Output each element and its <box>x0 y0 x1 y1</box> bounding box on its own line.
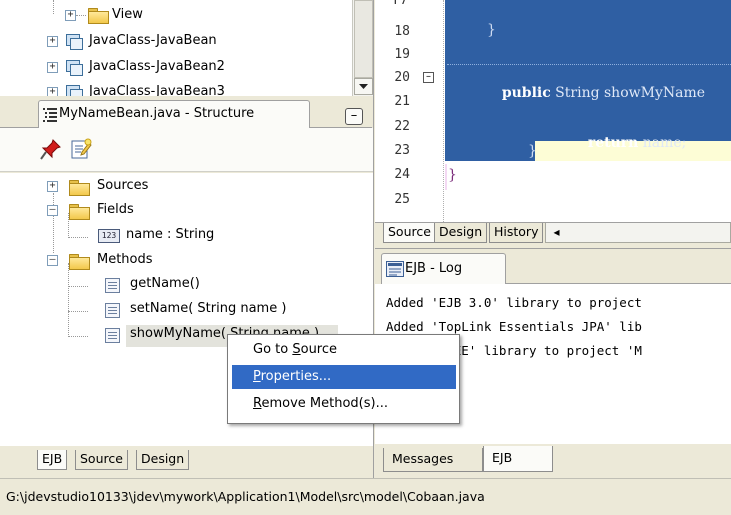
code-brace: } <box>487 22 496 38</box>
tree-item-fields[interactable]: Fields <box>97 202 134 217</box>
code-fold-toggle[interactable]: – <box>423 72 434 83</box>
tree-item-sources[interactable]: Sources <box>97 178 148 193</box>
tab-messages[interactable]: Messages <box>383 448 483 472</box>
folder-icon <box>69 254 90 270</box>
method-icon <box>105 278 120 293</box>
edit-properties-icon[interactable] <box>70 138 92 160</box>
structure-bottom-tabbar: EJB Source Design <box>0 446 373 478</box>
line-number: 18 <box>394 24 410 39</box>
pin-icon[interactable] <box>40 138 62 160</box>
java-class-icon <box>66 85 83 96</box>
expand-toggle[interactable]: + <box>65 10 76 21</box>
tab-editor-source[interactable]: Source <box>383 223 436 243</box>
line-number: 24 <box>394 167 410 182</box>
line-number: 22 <box>394 119 410 134</box>
menu-item-properties[interactable]: Properties... <box>232 365 456 389</box>
tree-item-javaclass-javabean2[interactable]: JavaClass-JavaBean2 <box>89 59 225 74</box>
tab-ejb[interactable]: EJB <box>37 450 68 470</box>
tab-design[interactable]: Design <box>136 450 190 470</box>
line-number: 20 <box>394 70 410 85</box>
code-method-signature: String showMyName <box>550 85 706 101</box>
log-title: EJB - Log <box>405 261 463 276</box>
log-icon <box>386 261 404 277</box>
java-class-icon <box>66 34 83 50</box>
expand-toggle[interactable]: + <box>47 87 58 96</box>
tree-item-field-name[interactable]: name : String <box>126 227 214 242</box>
project-tree-panel: + View + JavaClass-JavaBean + JavaClass-… <box>0 0 374 96</box>
scroll-left-arrow[interactable]: ◂ <box>548 224 565 241</box>
tree-item-javaclass-javabean3[interactable]: JavaClass-JavaBean3 <box>89 84 225 96</box>
tree-item-methods[interactable]: Methods <box>97 252 153 267</box>
collapse-toggle[interactable]: – <box>47 255 58 266</box>
code-text: } public String showMyName return name; … <box>446 0 731 222</box>
tree-item-method-setname[interactable]: setName( String name ) <box>130 301 286 316</box>
method-icon <box>105 303 120 318</box>
collapse-toggle[interactable]: – <box>47 205 58 216</box>
context-menu: Go to Source Properties... Remove Method… <box>227 334 460 424</box>
log-line: Added 'EJB 3.0' library to project <box>386 295 642 310</box>
java-class-icon <box>66 60 83 76</box>
line-number: 25 <box>394 192 410 207</box>
code-keyword-return: return <box>587 135 639 151</box>
tree-item-javaclass-javabean[interactable]: JavaClass-JavaBean <box>89 33 217 48</box>
expand-toggle[interactable]: + <box>47 36 58 47</box>
status-file-path: G:\jdevstudio10133\jdev\mywork\Applicati… <box>6 489 485 504</box>
status-bar: G:\jdevstudio10133\jdev\mywork\Applicati… <box>0 478 731 515</box>
code-keyword-public: public <box>501 85 551 101</box>
method-icon <box>105 328 120 343</box>
structure-title: MyNameBean.java - Structure <box>59 106 255 121</box>
line-number: 21 <box>394 94 410 109</box>
tab-source[interactable]: Source <box>75 450 128 470</box>
folder-icon <box>88 8 109 24</box>
line-number: 23 <box>394 143 410 158</box>
tree-item-method-getname[interactable]: getName() <box>130 276 200 291</box>
tab-editor-design[interactable]: Design <box>434 223 488 243</box>
folder-icon <box>69 204 90 220</box>
structure-icon <box>43 108 57 122</box>
expand-toggle[interactable]: + <box>47 181 58 192</box>
structure-toolbar <box>0 128 373 172</box>
tab-log-ejb[interactable]: EJB <box>483 446 553 472</box>
log-title-tab[interactable]: EJB - Log <box>381 253 506 284</box>
minimize-button[interactable]: – <box>345 108 363 125</box>
structure-title-tab[interactable]: MyNameBean.java - Structure <box>38 100 310 128</box>
line-number: 19 <box>394 47 410 62</box>
editor-tabbar: Source Design History ◂ <box>375 222 731 248</box>
menu-item-go-to-source[interactable]: Go to Source <box>232 338 456 362</box>
tab-editor-history[interactable]: History <box>489 223 544 243</box>
integer-field-icon: 123 <box>98 229 120 243</box>
code-return-value: name; <box>638 135 687 151</box>
code-brace: } <box>528 143 537 159</box>
horizontal-scrollbar[interactable]: ◂ <box>545 223 731 243</box>
project-tree-scrollbar[interactable] <box>352 0 373 96</box>
expand-toggle[interactable]: + <box>47 62 58 73</box>
code-brace: } <box>448 167 457 183</box>
menu-item-remove-methods[interactable]: Remove Method(s)... <box>232 392 456 416</box>
line-number-partial: 17 <box>391 0 417 4</box>
tree-item-view[interactable]: View <box>112 7 143 22</box>
scroll-down-arrow[interactable] <box>354 78 373 95</box>
folder-icon <box>69 180 90 196</box>
log-line: Added 'TopLink Essentials JPA' lib <box>386 319 642 334</box>
